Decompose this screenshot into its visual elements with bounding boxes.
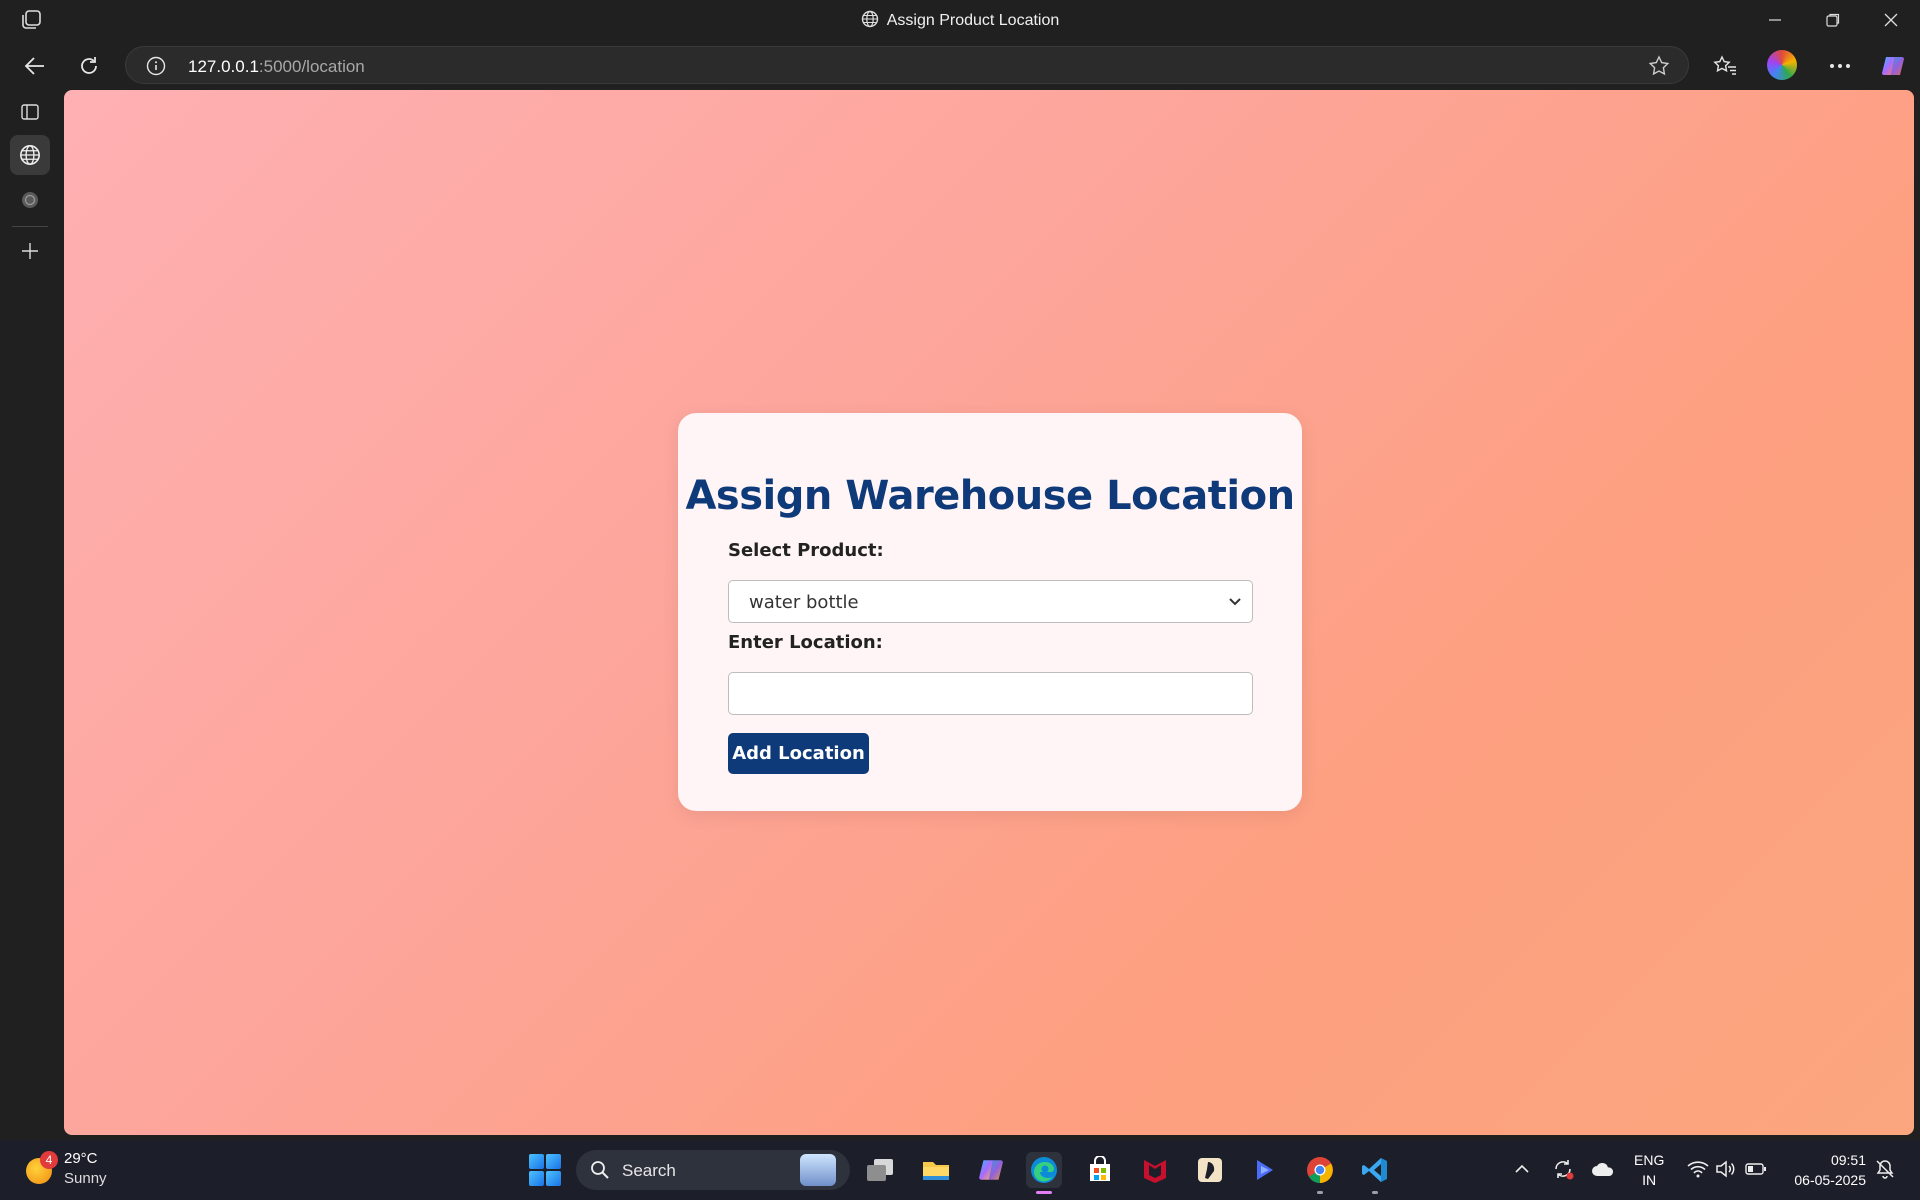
- volume-icon[interactable]: [1714, 1154, 1738, 1184]
- add-location-button[interactable]: Add Location: [728, 733, 869, 774]
- edge-browser-icon[interactable]: [1026, 1152, 1062, 1194]
- favorites-button[interactable]: [1712, 53, 1738, 79]
- profile-avatar[interactable]: [1767, 50, 1797, 80]
- task-view-icon[interactable]: [862, 1152, 898, 1188]
- sidebar-tabs-icon[interactable]: [10, 92, 50, 132]
- close-window-button[interactable]: [1876, 6, 1906, 34]
- taskbar-search[interactable]: Search: [576, 1150, 850, 1190]
- file-explorer-icon[interactable]: [918, 1152, 954, 1188]
- refresh-button[interactable]: [76, 53, 102, 79]
- show-hidden-icons-chevron[interactable]: [1512, 1154, 1532, 1184]
- page-title: Assign Warehouse Location: [685, 473, 1295, 519]
- browser-sidebar: [0, 90, 62, 1135]
- weather-temperature: 29°C: [64, 1150, 98, 1167]
- notifications-bell-icon[interactable]: [1872, 1154, 1898, 1184]
- weather-condition: Sunny: [64, 1170, 107, 1187]
- product-select-value: water bottle: [749, 592, 859, 613]
- clock-date: 06-05-2025: [1794, 1172, 1866, 1188]
- notification-badge: 4: [40, 1151, 58, 1169]
- writing-app-icon[interactable]: [1192, 1152, 1228, 1188]
- mcafee-icon[interactable]: [1137, 1152, 1173, 1188]
- system-clock[interactable]: 09:51 06-05-2025: [1782, 1150, 1866, 1190]
- region-code: IN: [1642, 1172, 1657, 1188]
- location-form-card: Assign Warehouse Location Select Product…: [678, 413, 1302, 811]
- back-button[interactable]: [22, 53, 48, 79]
- chrome-icon[interactable]: [1302, 1152, 1338, 1194]
- chevron-down-icon: [1228, 594, 1242, 613]
- site-info-icon[interactable]: [146, 56, 166, 81]
- start-button[interactable]: [529, 1154, 561, 1186]
- location-label: Enter Location:: [728, 632, 883, 653]
- taskbar: 4 29°C Sunny Search ENG IN 09:51 06-05-2…: [0, 1140, 1920, 1200]
- title-bar: Assign Product Location: [0, 0, 1920, 40]
- vscode-icon[interactable]: [1357, 1152, 1393, 1194]
- restore-button[interactable]: [1818, 6, 1848, 34]
- sidebar-add-icon[interactable]: [10, 231, 50, 271]
- language-code: ENG: [1634, 1152, 1665, 1168]
- onedrive-cloud-icon[interactable]: [1590, 1154, 1616, 1184]
- copilot-app-icon[interactable]: [973, 1152, 1009, 1188]
- page-viewport: Assign Warehouse Location Select Product…: [64, 90, 1914, 1135]
- window-title-text: Assign Product Location: [886, 12, 1060, 29]
- product-select[interactable]: water bottle: [728, 580, 1253, 623]
- clock-time: 09:51: [1830, 1152, 1866, 1168]
- language-indicator[interactable]: ENG IN: [1634, 1150, 1664, 1190]
- url-host: 127.0.0.1: [188, 57, 259, 76]
- window-title: Assign Product Location: [0, 10, 1920, 33]
- sidebar-extension-icon[interactable]: [10, 180, 50, 220]
- url-text[interactable]: 127.0.0.1:5000/location: [188, 57, 365, 77]
- search-icon: [590, 1160, 610, 1185]
- search-highlight-image: [800, 1154, 836, 1186]
- battery-icon[interactable]: [1744, 1154, 1768, 1184]
- more-options-button[interactable]: [1827, 53, 1853, 79]
- url-path: :5000/location: [258, 57, 365, 76]
- power-automate-icon[interactable]: [1247, 1152, 1283, 1188]
- globe-icon: [861, 10, 879, 33]
- favorite-star-icon[interactable]: [1648, 55, 1670, 82]
- microsoft-store-icon[interactable]: [1082, 1152, 1118, 1188]
- minimize-button[interactable]: [1760, 6, 1790, 34]
- product-label: Select Product:: [728, 540, 884, 561]
- copilot-icon[interactable]: [1880, 53, 1906, 79]
- sync-icon[interactable]: [1550, 1154, 1576, 1184]
- wifi-icon[interactable]: [1686, 1154, 1710, 1184]
- sidebar-divider: [12, 226, 48, 227]
- sidebar-globe-icon[interactable]: [10, 135, 50, 175]
- browser-toolbar: 127.0.0.1:5000/location: [0, 40, 1920, 90]
- location-input[interactable]: [728, 672, 1253, 715]
- address-bar[interactable]: 127.0.0.1:5000/location: [125, 46, 1689, 84]
- search-label: Search: [622, 1161, 676, 1180]
